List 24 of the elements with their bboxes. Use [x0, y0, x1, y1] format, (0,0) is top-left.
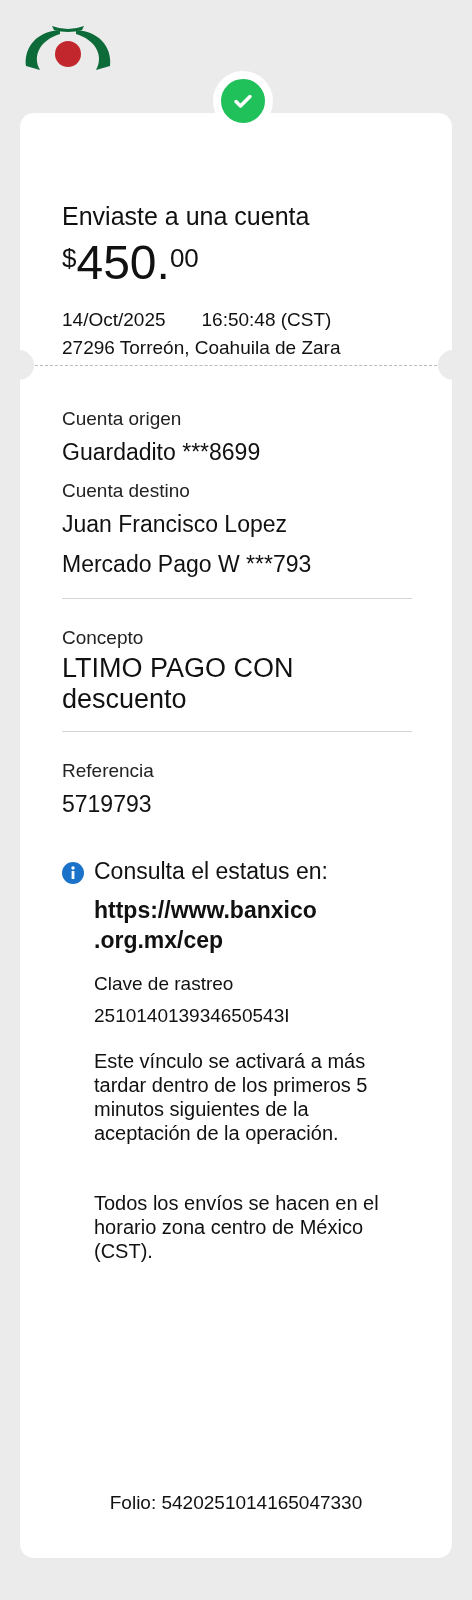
- field-value: Guardadito ***8699: [62, 438, 262, 467]
- field-label: Referencia: [62, 760, 155, 782]
- status-link[interactable]: https://www.banxico .org.mx/cep: [94, 895, 384, 955]
- field-value: Mercado Pago W ***793: [62, 550, 313, 579]
- info-icon: [62, 862, 84, 884]
- time: 16:50:48 (CST): [201, 309, 332, 331]
- field-value: LTIMO PAGO CON descuento: [62, 653, 295, 715]
- tracking-value: 251014013934650543I: [94, 1005, 291, 1027]
- field-label: Concepto: [62, 627, 145, 649]
- field-value: Juan Francisco Lopez: [62, 510, 288, 539]
- status-title: Consulta el estatus en:: [94, 858, 329, 885]
- note-text: Este vínculo se activará a más tardar dentro de los primeros 5 minutos siguientes de la aceptación de la operación.: [94, 1049, 369, 1145]
- field-label: Cuenta origen: [62, 408, 183, 430]
- amount: 450.: [76, 237, 170, 289]
- field-label: Cuenta destino: [62, 480, 191, 502]
- location: 27296 Torreón, Coahuila de Zara: [62, 337, 342, 359]
- transfer-title: Enviaste a una cuenta: [62, 201, 311, 231]
- folio: Folio: 5420251014165047330: [109, 1492, 363, 1513]
- date: 14/Oct/2025: [62, 309, 166, 331]
- amount-cents: 00: [169, 243, 199, 274]
- currency-symbol: $: [62, 243, 77, 273]
- field-value: 5719793: [62, 790, 153, 819]
- tracking-label: Clave de rastreo: [94, 973, 235, 995]
- note-text: Todos los envíos se hacen en el horario zona centro de México (CST).: [94, 1191, 379, 1263]
